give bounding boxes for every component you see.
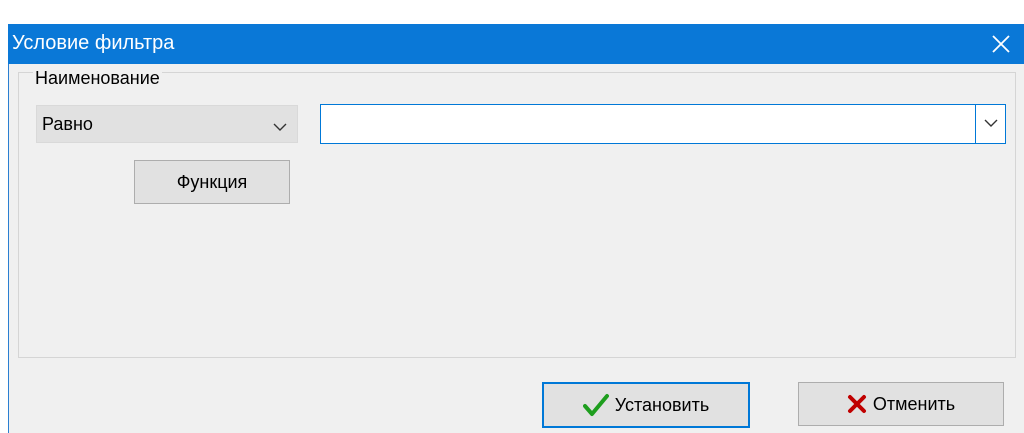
condition-select[interactable]: Равно (36, 105, 298, 143)
title-bar: Условие фильтра (8, 24, 1024, 64)
value-input[interactable] (325, 113, 965, 135)
close-icon (992, 35, 1010, 53)
condition-select-value: Равно (42, 114, 93, 134)
apply-button-label: Установить (614, 394, 710, 415)
cross-icon (847, 394, 867, 414)
value-dropdown-button[interactable] (975, 105, 1005, 143)
function-button-label: Функция (176, 171, 248, 192)
cancel-button-label: Отменить (872, 393, 956, 414)
close-button[interactable] (978, 24, 1024, 64)
apply-button[interactable]: Установить (542, 382, 750, 428)
checkmark-icon (582, 393, 609, 417)
group-label: Наименование (33, 68, 162, 88)
cancel-button[interactable]: Отменить (798, 382, 1004, 426)
window-title: Условие фильтра (12, 32, 175, 54)
chevron-down-icon (984, 115, 998, 133)
value-combobox[interactable] (320, 104, 1006, 144)
function-button[interactable]: Функция (134, 160, 290, 204)
chevron-down-icon (273, 119, 287, 137)
